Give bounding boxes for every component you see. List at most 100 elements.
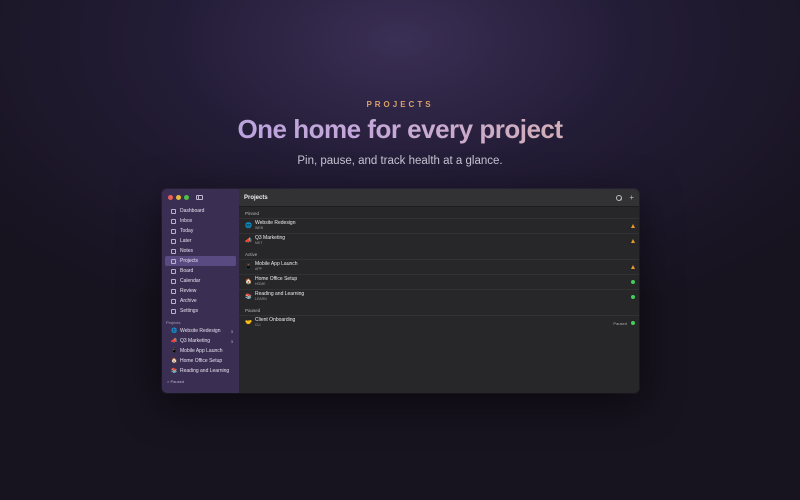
project-emoji-icon: 🏠 [171, 358, 178, 364]
project-code: WEB [255, 226, 263, 230]
board-icon [171, 268, 176, 274]
sidebar-item-archive[interactable]: Archive [165, 296, 236, 306]
project-row-text: Home Office Setup HOME [255, 276, 297, 288]
project-row-status [627, 224, 635, 228]
project-row[interactable]: 🌐 Website Redesign WEB [239, 218, 639, 233]
sidebar-item-inbox[interactable]: Inbox [165, 216, 236, 226]
sidebar-item-dashboard[interactable]: Dashboard [165, 206, 236, 216]
folder-icon [171, 258, 176, 264]
sidebar-item-board[interactable]: Board [165, 266, 236, 276]
gear-icon [171, 308, 176, 314]
project-code: MKT [255, 241, 263, 245]
sidebar-item-label: Calendar [180, 278, 201, 284]
dashboard-icon [171, 208, 176, 214]
group-heading-active: Active [245, 252, 258, 257]
warning-triangle-icon [631, 224, 635, 228]
project-emoji-icon: 📣 [245, 238, 252, 244]
sidebar-paused-toggle[interactable]: > Paused [167, 379, 239, 384]
project-emoji-icon: 📚 [171, 368, 178, 374]
sidebar-item-label: Today [180, 228, 194, 234]
sidebar-item-label: Archive [180, 298, 197, 304]
sidebar-project-label: Reading and Learning [180, 368, 230, 374]
project-row-status [627, 239, 635, 243]
archive-icon [171, 298, 176, 304]
project-emoji-icon: 🌐 [171, 328, 178, 334]
sidebar-nav: Dashboard Inbox Today Later Notes Projects Boa… [162, 206, 239, 316]
sidebar-projects-heading: Projects [166, 320, 181, 325]
zoom-window-button[interactable] [184, 195, 189, 200]
project-row-text: Client Onboarding CLI [255, 317, 295, 329]
sidebar-project-item[interactable]: 📱 Mobile App Launch [165, 346, 236, 356]
project-row-status [627, 295, 635, 299]
close-window-button[interactable] [168, 195, 173, 200]
project-emoji-icon: 🤝 [245, 320, 252, 326]
sidebar-toggle-icon[interactable] [196, 195, 203, 200]
project-row[interactable]: 📱 Mobile App Launch APP [239, 259, 639, 274]
app-window: Dashboard Inbox Today Later Notes Projects Boa… [162, 189, 639, 393]
sidebar-project-label: Website Redesign [180, 328, 221, 334]
warning-triangle-icon [631, 239, 635, 243]
project-row[interactable]: 📣 Q3 Marketing MKT [239, 233, 639, 248]
notes-icon [171, 248, 176, 254]
group-heading-pinned: Pinned [245, 211, 260, 216]
sidebar-item-notes[interactable]: Notes [165, 246, 236, 256]
search-icon[interactable] [616, 194, 623, 201]
sidebar-project-item[interactable]: 🌐 Website Redesign 3 [165, 326, 236, 336]
project-row-text: Reading and Learning LEARN [255, 291, 304, 303]
sidebar: Dashboard Inbox Today Later Notes Projects Boa… [162, 189, 239, 393]
sidebar-item-projects[interactable]: Projects [165, 256, 236, 266]
project-row-text: Website Redesign WEB [255, 220, 296, 232]
add-project-icon[interactable]: + [629, 193, 634, 201]
review-icon [171, 288, 176, 294]
sidebar-item-calendar[interactable]: Calendar [165, 276, 236, 286]
project-row-text: Mobile App Launch APP [255, 261, 298, 273]
project-emoji-icon: 🏠 [245, 279, 252, 285]
sidebar-project-item[interactable]: 🏠 Home Office Setup [165, 356, 236, 366]
project-row[interactable]: 🤝 Client Onboarding CLI Paused [239, 315, 639, 330]
sidebar-item-label: Settings [180, 308, 199, 314]
main-toolbar: Projects + [239, 189, 639, 207]
later-icon [171, 238, 176, 244]
sidebar-item-review[interactable]: Review [165, 286, 236, 296]
sidebar-item-settings[interactable]: Settings [165, 306, 236, 316]
project-task-count: 3 [230, 338, 233, 344]
sidebar-item-label: Inbox [180, 218, 193, 224]
project-row-status [627, 265, 635, 269]
page-title: Projects [244, 194, 268, 201]
project-emoji-icon: 📱 [245, 264, 252, 270]
sidebar-project-list: 🌐 Website Redesign 3 📣 Q3 Marketing 3 📱 Mobile … [162, 326, 239, 376]
project-emoji-icon: 🌐 [245, 223, 252, 229]
sidebar-item-later[interactable]: Later [165, 236, 236, 246]
main-pane: Projects + Pinned 🌐 Website Redesign WEB 📣 Q3… [239, 189, 639, 393]
project-row-status [627, 280, 635, 284]
hero-subtitle: Pin, pause, and track health at a glance… [297, 155, 503, 167]
group-heading-paused: Paused [245, 308, 261, 313]
sidebar-item-today[interactable]: Today [165, 226, 236, 236]
sidebar-project-label: Home Office Setup [180, 358, 223, 364]
project-task-count: 3 [230, 328, 233, 334]
project-row-text: Q3 Marketing MKT [255, 235, 285, 247]
project-row[interactable]: 📚 Reading and Learning LEARN [239, 289, 639, 304]
sidebar-item-label: Review [180, 288, 197, 294]
sidebar-project-item[interactable]: 📚 Reading and Learning [165, 366, 236, 376]
project-row[interactable]: 🏠 Home Office Setup HOME [239, 274, 639, 289]
calendar-icon [171, 278, 176, 284]
health-ok-dot-icon [631, 321, 635, 325]
today-icon [171, 228, 176, 234]
window-controls [168, 195, 189, 200]
project-row-status: Paused [613, 321, 635, 326]
hero-title: One home for every project [0, 114, 800, 145]
project-code: LEARN [255, 297, 267, 301]
project-code: HOME [255, 282, 266, 286]
project-emoji-icon: 📣 [171, 338, 178, 344]
minimize-window-button[interactable] [176, 195, 181, 200]
warning-triangle-icon [631, 265, 635, 269]
hero-eyebrow: PROJECTS [366, 100, 434, 109]
project-code: CLI [255, 323, 261, 327]
project-code: APP [255, 267, 263, 271]
health-ok-dot-icon [631, 280, 635, 284]
sidebar-item-label: Board [180, 268, 194, 274]
inbox-icon [171, 218, 176, 224]
sidebar-item-label: Dashboard [180, 208, 205, 214]
sidebar-project-item[interactable]: 📣 Q3 Marketing 3 [165, 336, 236, 346]
